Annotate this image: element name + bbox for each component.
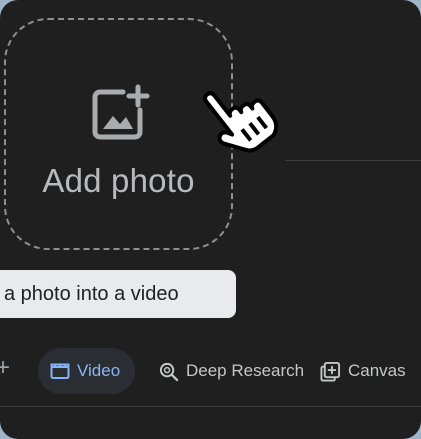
- canvas-tool-label: Canvas: [348, 361, 406, 380]
- clapperboard-icon: [50, 363, 70, 379]
- bottom-divider: [0, 406, 421, 407]
- add-photo-label: Add photo: [42, 162, 195, 199]
- canvas-tool-chip[interactable]: Canvas: [320, 348, 416, 394]
- deep-research-icon: [159, 362, 179, 381]
- deep-research-tool-label: Deep Research: [186, 361, 305, 380]
- pointer-hand-cursor-icon: [202, 91, 279, 153]
- deep-research-tool-chip[interactable]: Deep Research: [154, 348, 310, 394]
- app-frame: Add photo a photo into a video + Video D…: [0, 0, 421, 439]
- video-tool-chip[interactable]: Video: [38, 348, 135, 394]
- add-photo-icon: [92, 84, 150, 140]
- divider: [285, 160, 421, 161]
- plus-icon[interactable]: +: [0, 356, 14, 380]
- tooltip-text: a photo into a video: [4, 283, 179, 305]
- video-tool-label: Video: [77, 361, 121, 380]
- tooltip: a photo into a video: [0, 270, 236, 318]
- canvas-icon: [320, 361, 341, 382]
- prompt-toolbar: + Video Deep Research Canvas: [0, 345, 421, 397]
